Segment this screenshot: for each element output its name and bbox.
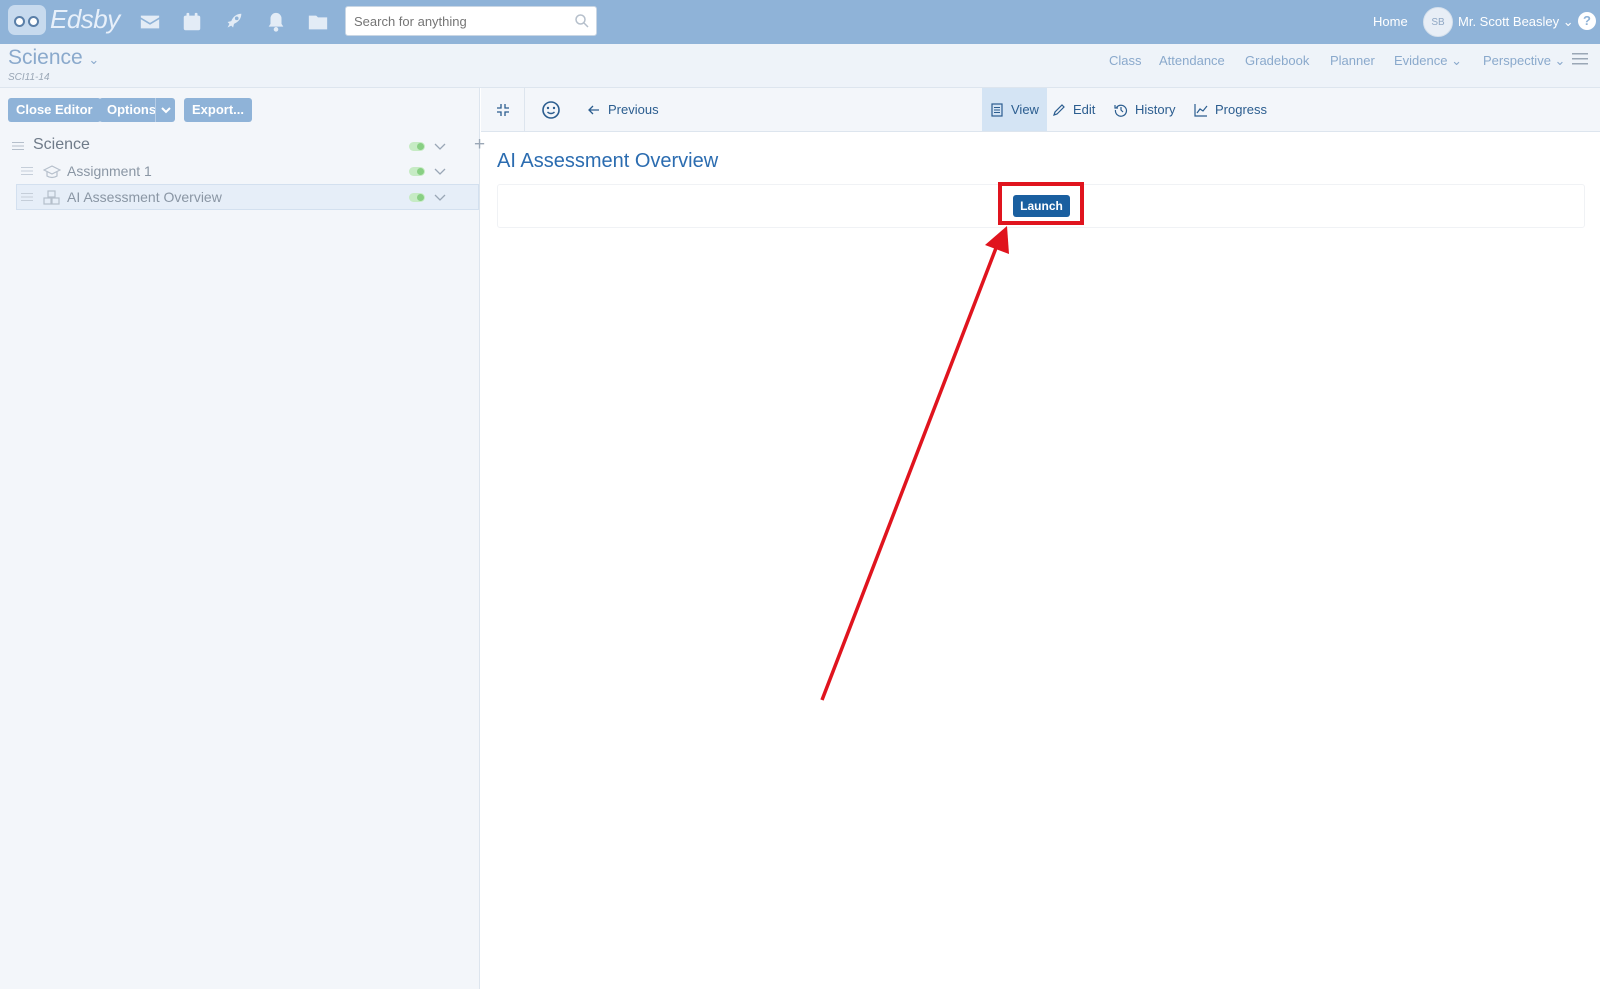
tree-item-assignment-1[interactable]: Assignment 1 [16, 159, 479, 185]
nav-attendance[interactable]: Attendance [1159, 53, 1225, 68]
nav-planner[interactable]: Planner [1330, 53, 1375, 68]
nav-class[interactable]: Class [1109, 53, 1142, 68]
visibility-toggle[interactable] [409, 193, 425, 202]
class-title-dropdown[interactable]: Science ⌄ [8, 46, 99, 70]
nav-evidence-label: Evidence [1394, 53, 1448, 68]
tab-history-label: History [1135, 102, 1176, 117]
highlight-box [998, 182, 1084, 225]
smiley-icon [542, 100, 560, 119]
fullscreen-toggle[interactable] [496, 88, 517, 131]
chevron-down-icon: ⌄ [1562, 14, 1574, 29]
search-box[interactable] [345, 6, 597, 36]
feedback-button[interactable] [541, 88, 568, 131]
pencil-icon [1053, 103, 1065, 116]
help-icon[interactable]: ? [1578, 12, 1596, 30]
avatar[interactable]: SB [1423, 7, 1453, 37]
line-chart-icon [1194, 103, 1208, 117]
visibility-toggle[interactable] [409, 167, 425, 176]
tab-history[interactable]: History [1114, 88, 1175, 131]
chevron-down-icon: ⌄ [1451, 53, 1463, 68]
tree-item-label: Assignment 1 [67, 163, 152, 179]
collapse-icon [497, 103, 509, 116]
drag-handle-icon[interactable] [21, 192, 33, 202]
nav-perspective-label: Perspective [1483, 53, 1551, 68]
nav-evidence[interactable]: Evidence ⌄ [1394, 53, 1462, 69]
bell-icon[interactable] [265, 11, 287, 33]
home-link[interactable]: Home [1373, 14, 1408, 29]
nav-gradebook[interactable]: Gradebook [1245, 53, 1309, 68]
rocket-icon[interactable] [223, 11, 245, 33]
edsby-logo[interactable]: Edsby [8, 4, 120, 35]
tab-edit-label: Edit [1073, 102, 1096, 117]
logo-text: Edsby [50, 4, 120, 34]
previous-label: Previous [608, 102, 659, 117]
chevron-down-icon: ⌄ [1554, 53, 1566, 68]
arrow-left-icon [588, 105, 599, 114]
top-bar: Edsby Home SB Mr. Scott Beasley ⌄ ? [0, 0, 1600, 44]
content-toolbar: Previous View Edit History Progress [481, 88, 1600, 132]
drag-handle-icon[interactable] [21, 166, 33, 176]
tab-view[interactable]: View [982, 88, 1047, 131]
left-panel: Close Editor Options Export... Science +… [0, 88, 485, 989]
class-title: Science [8, 46, 83, 69]
class-header: Science ⌄ SCI11-14 Class Attendance Grad… [0, 44, 1600, 88]
history-icon [1114, 104, 1128, 117]
visibility-toggle[interactable] [409, 142, 425, 151]
chevron-down-icon: ⌄ [84, 52, 100, 67]
nav-perspective[interactable]: Perspective ⌄ [1483, 53, 1565, 69]
page-title: AI Assessment Overview [497, 150, 719, 172]
tree-root-science[interactable]: Science + [12, 134, 485, 160]
logo-mark-icon [8, 4, 46, 35]
chevron-down-icon[interactable] [433, 164, 447, 178]
document-icon [991, 102, 1003, 117]
mail-icon[interactable] [139, 11, 161, 33]
previous-button[interactable]: Previous [587, 88, 659, 131]
drag-handle-icon[interactable] [12, 141, 24, 151]
search-icon[interactable] [574, 13, 590, 29]
tab-view-label: View [1011, 102, 1039, 117]
search-input[interactable] [346, 7, 566, 35]
blocks-icon [43, 190, 60, 205]
options-dropdown-button[interactable] [155, 98, 175, 122]
chevron-down-icon[interactable] [433, 190, 447, 204]
add-item-icon[interactable]: + [474, 134, 485, 156]
class-code: SCI11-14 [8, 72, 50, 83]
user-menu[interactable]: Mr. Scott Beasley ⌄ [1458, 14, 1574, 30]
toolbar-divider [524, 88, 525, 132]
chevron-down-icon [161, 107, 171, 114]
export-button[interactable]: Export... [184, 98, 253, 122]
tab-edit[interactable]: Edit [1052, 88, 1095, 131]
folder-icon[interactable] [307, 11, 329, 33]
graduation-cap-icon [43, 165, 61, 179]
tab-progress-label: Progress [1215, 102, 1268, 117]
hamburger-menu-icon[interactable] [1572, 52, 1588, 66]
close-editor-button[interactable]: Close Editor [8, 98, 101, 122]
tree-item-ai-assessment-overview[interactable]: AI Assessment Overview [16, 184, 479, 210]
calendar-icon[interactable] [181, 11, 203, 33]
chevron-down-icon[interactable] [433, 139, 447, 153]
user-name: Mr. Scott Beasley [1458, 14, 1560, 29]
tab-progress[interactable]: Progress [1194, 88, 1267, 131]
tree-item-label: AI Assessment Overview [67, 189, 222, 205]
tree-root-label: Science [33, 136, 90, 153]
